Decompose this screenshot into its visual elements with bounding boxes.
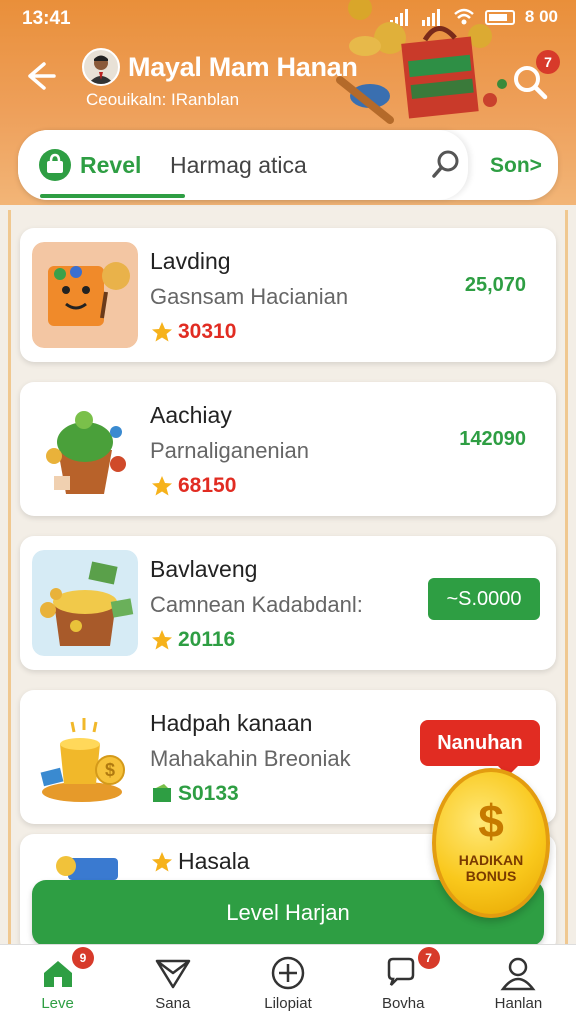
search-field[interactable]: Revel Harmag atica <box>18 130 468 200</box>
nav-badge: 7 <box>417 947 440 969</box>
item-title: Bavlaveng <box>150 556 258 582</box>
search-category-label: Revel <box>80 152 142 178</box>
nav-label: Hanlan <box>494 995 543 1012</box>
nav-item-home[interactable]: 9 Leve <box>0 945 115 1024</box>
list-item[interactable]: Lavding Gasnsam Hacianian 30310 25,070 <box>20 228 556 362</box>
promo-tag[interactable]: Nanuhan <box>420 720 540 776</box>
claim-button[interactable]: ~S.0000 <box>428 578 540 620</box>
plant-pot-icon <box>32 396 138 502</box>
item-subtitle: Camnean Kadabdanl: <box>150 592 363 617</box>
user-name: Mayal Mam Hanan <box>128 52 358 82</box>
item-amount: 25,070 <box>464 274 526 296</box>
status-right-text: 8 00 <box>524 7 558 26</box>
nav-label: Leve <box>41 995 74 1012</box>
item-amount: 142090 <box>459 428 526 450</box>
notification-badge: 7 <box>536 50 560 74</box>
shopping-illustration-icon <box>336 0 507 124</box>
item-title: Hadpah kanaan <box>150 710 313 736</box>
nav-badge: 9 <box>72 947 94 969</box>
item-title: Aachiay <box>150 402 232 428</box>
gold-reward-icon: $ <box>32 704 138 810</box>
list-item[interactable]: Bavlaveng Camnean Kadabdanl: 20116 ~S.00… <box>20 536 556 670</box>
nav-label: Bovha <box>381 995 425 1012</box>
nav-label: Sana <box>155 995 191 1012</box>
item-rating: 20116 <box>150 628 235 652</box>
item-rating: 30310 <box>150 320 236 344</box>
item-subtitle: Mahakahin Breoniak <box>150 746 351 771</box>
star-icon <box>152 630 172 650</box>
list-item[interactable]: Aachiay Parnaliganenian 68150 142090 <box>20 382 556 516</box>
nav-item-send[interactable]: Sana <box>115 945 230 1024</box>
status-time: 13:41 <box>22 8 71 29</box>
bonus-label: HADIKAN BONUS <box>458 852 524 884</box>
avatar-portrait-icon <box>84 50 118 84</box>
nav-item-profile[interactable]: Hanlan <box>461 945 576 1024</box>
item-subtitle: Gasnsam Hacianian <box>150 284 349 309</box>
svg-text:$: $ <box>105 760 115 780</box>
item-rating: 68150 <box>150 474 236 498</box>
game-character-icon <box>32 242 138 348</box>
bottom-navigation: 9 Leve Sana Lilopiat 7 Bovha Hanlan <box>0 944 576 1024</box>
profile-icon <box>500 957 536 991</box>
item-title: Hasala <box>178 848 250 874</box>
search-bar[interactable]: Revel Harmag atica Son> <box>18 130 558 200</box>
money-pot-icon <box>32 550 138 656</box>
search-submit-button[interactable]: Son> <box>490 154 542 178</box>
avatar[interactable] <box>82 48 120 86</box>
nav-item-chat[interactable]: 7 Bovha <box>346 945 461 1024</box>
item-title: Lavding <box>150 248 231 274</box>
active-tab-indicator <box>40 194 185 198</box>
dollar-icon: $ <box>478 795 504 847</box>
item-title-row: Hasala <box>150 848 250 875</box>
shopping-bag-icon <box>39 149 71 181</box>
item-subtitle: Parnaliganenian <box>150 438 310 463</box>
user-subtitle: Ceouikaln: IRanblan <box>86 90 240 109</box>
search-input[interactable]: Harmag atica <box>170 152 307 179</box>
star-icon <box>152 851 172 871</box>
rating-value: S0133 <box>178 782 239 805</box>
cash-icon <box>153 784 171 802</box>
rating-value: 30310 <box>178 320 237 343</box>
star-icon <box>152 322 172 342</box>
back-arrow-icon[interactable] <box>22 58 58 94</box>
bonus-coin-button[interactable]: $ HADIKAN BONUS <box>432 768 550 918</box>
rating-value: 20116 <box>178 628 236 651</box>
send-icon <box>155 959 191 989</box>
nav-item-add[interactable]: Lilopiat <box>230 945 345 1024</box>
item-rating: S0133 <box>150 782 239 806</box>
magnifier-icon[interactable] <box>430 148 462 180</box>
nav-label: Lilopiat <box>264 995 312 1012</box>
star-icon <box>152 476 172 496</box>
add-circle-icon <box>271 956 305 990</box>
rating-value: 68150 <box>178 474 237 497</box>
